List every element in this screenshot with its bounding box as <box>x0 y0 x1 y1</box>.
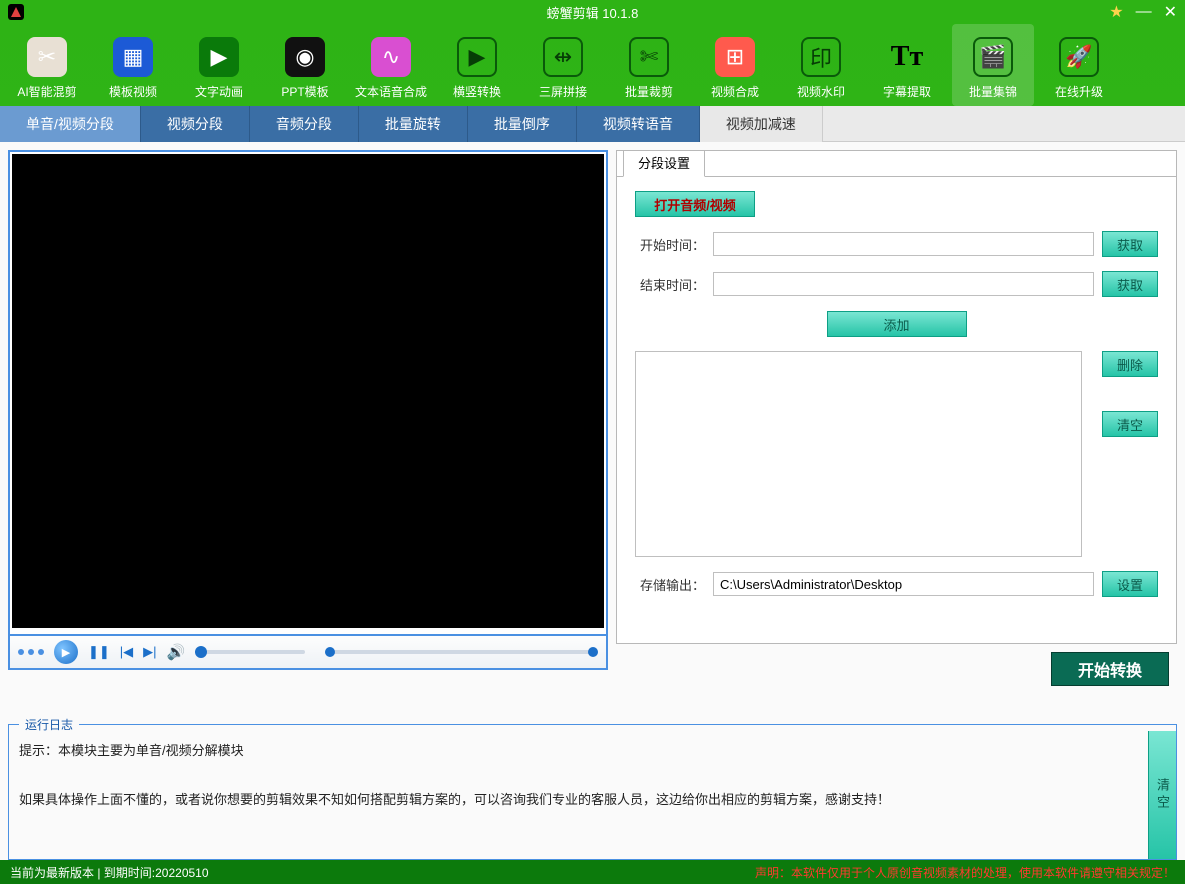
close-button[interactable]: ✕ <box>1164 2 1177 22</box>
tool-label: 批量集锦 <box>969 83 1017 100</box>
ai-mix-icon: ✂ <box>27 37 67 77</box>
end-time-input[interactable] <box>713 272 1094 296</box>
tool-label: 横竖转换 <box>453 83 501 100</box>
tool-ppt-template[interactable]: ◉ PPT模板 <box>264 24 346 106</box>
tool-batch-crop[interactable]: ✄ 批量裁剪 <box>608 24 690 106</box>
next-button[interactable]: ▶| <box>143 644 156 660</box>
play-button[interactable]: ▶ <box>54 640 78 664</box>
get-start-button[interactable]: 获取 <box>1102 231 1158 257</box>
tool-label: AI智能混剪 <box>17 83 76 100</box>
end-time-label: 结束时间： <box>635 275 705 294</box>
tool-ai-mix[interactable]: ✂ AI智能混剪 <box>6 24 88 106</box>
statusbar: 当前为最新版本 | 到期时间:20220510 声明：本软件仅用于个人原创音视频… <box>0 860 1185 884</box>
segment-list[interactable] <box>635 351 1082 557</box>
video-player <box>8 150 608 636</box>
app-logo-icon <box>8 4 24 20</box>
favorite-icon[interactable]: ★ <box>1109 2 1123 22</box>
tool-triple[interactable]: ⇹ 三屏拼接 <box>522 24 604 106</box>
player-controls: ▶ ❚❚ |◀ ▶| 🔊 <box>8 636 608 670</box>
player-dots-icon <box>18 649 44 655</box>
log-line: 如果具体操作上面不懂的，或者说你想要的剪辑效果不知如何搭配剪辑方案的，可以咨询我… <box>19 788 1138 813</box>
app-window: 螃蟹剪辑 10.1.8 ★ — ✕ ✂ AI智能混剪 ▦ 模板视频 ▶ 文字动画 ◉ PPT模… <box>0 0 1185 884</box>
settings-column: 分段设置 打开音频/视频 开始时间： 获取 结束时间： 获取 <box>616 150 1177 716</box>
delete-button[interactable]: 删除 <box>1102 351 1158 377</box>
settings-button[interactable]: 设置 <box>1102 571 1158 597</box>
log-clear-button[interactable]: 清空 <box>1148 731 1176 859</box>
tool-tts[interactable]: ∿ 文本语音合成 <box>350 24 432 106</box>
player-column: ▶ ❚❚ |◀ ▶| 🔊 <box>8 150 608 716</box>
tool-template-video[interactable]: ▦ 模板视频 <box>92 24 174 106</box>
tool-orient[interactable]: ▶ 横竖转换 <box>436 24 518 106</box>
start-time-label: 开始时间： <box>635 235 705 254</box>
log-line: 提示：本模块主要为单音/视频分解模块 <box>19 739 1138 764</box>
volume-slider[interactable] <box>195 650 305 654</box>
subtab-audio-seg[interactable]: 音频分段 <box>250 106 359 142</box>
upgrade-icon: 🚀 <box>1059 37 1099 77</box>
video-screen[interactable] <box>12 154 604 628</box>
start-time-input[interactable] <box>713 232 1094 256</box>
tool-subtitle[interactable]: Tᴛ 字幕提取 <box>866 24 948 106</box>
tool-label: PPT模板 <box>281 83 328 100</box>
titlebar: 螃蟹剪辑 10.1.8 ★ — ✕ <box>0 0 1185 24</box>
progress-slider[interactable] <box>325 650 598 654</box>
output-path-input[interactable] <box>713 572 1094 596</box>
tts-icon: ∿ <box>371 37 411 77</box>
log-frame: 运行日志 提示：本模块主要为单音/视频分解模块 如果具体操作上面不懂的，或者说你… <box>8 724 1177 860</box>
segment-panel: 分段设置 打开音频/视频 开始时间： 获取 结束时间： 获取 <box>616 150 1177 644</box>
log-output[interactable]: 提示：本模块主要为单音/视频分解模块 如果具体操作上面不懂的，或者说你想要的剪辑… <box>9 731 1148 859</box>
batch-crop-icon: ✄ <box>629 37 669 77</box>
tool-text-anim[interactable]: ▶ 文字动画 <box>178 24 260 106</box>
subtab-video-seg[interactable]: 视频分段 <box>141 106 250 142</box>
main-area: ▶ ❚❚ |◀ ▶| 🔊 分段设置 打开音频/视频 <box>0 142 1185 716</box>
subtab-video-to-voice[interactable]: 视频转语音 <box>577 106 700 142</box>
tool-label: 模板视频 <box>109 83 157 100</box>
tool-label: 文字动画 <box>195 83 243 100</box>
subtab-batch-rotate[interactable]: 批量旋转 <box>359 106 468 142</box>
open-media-button[interactable]: 打开音频/视频 <box>635 191 755 217</box>
video-merge-icon: ⊞ <box>715 37 755 77</box>
template-video-icon: ▦ <box>113 37 153 77</box>
main-toolbar: ✂ AI智能混剪 ▦ 模板视频 ▶ 文字动画 ◉ PPT模板 ∿ 文本语音合成 ▶ 横竖转换 ⇹ 三屏拼接… <box>0 24 1185 106</box>
tool-label: 在线升级 <box>1055 83 1103 100</box>
app-title: 螃蟹剪辑 10.1.8 <box>547 3 639 22</box>
prev-button[interactable]: |◀ <box>120 644 133 660</box>
subtab-single-seg[interactable]: 单音/视频分段 <box>0 106 141 142</box>
tool-label: 三屏拼接 <box>539 83 587 100</box>
status-disclaimer: 声明：本软件仅用于个人原创音视频素材的处理，使用本软件请遵守相关规定！ <box>755 864 1175 881</box>
get-end-button[interactable]: 获取 <box>1102 271 1158 297</box>
minimize-button[interactable]: — <box>1136 3 1152 21</box>
log-legend: 运行日志 <box>19 716 79 733</box>
text-anim-icon: ▶ <box>199 37 239 77</box>
panel-tab-segment[interactable]: 分段设置 <box>623 150 705 177</box>
tool-label: 批量裁剪 <box>625 83 673 100</box>
tool-label: 视频合成 <box>711 83 759 100</box>
panel-tabbar: 分段设置 <box>617 151 1176 177</box>
tool-upgrade[interactable]: 🚀 在线升级 <box>1038 24 1120 106</box>
tool-video-merge[interactable]: ⊞ 视频合成 <box>694 24 776 106</box>
tool-label: 文本语音合成 <box>355 83 427 100</box>
log-section: 运行日志 提示：本模块主要为单音/视频分解模块 如果具体操作上面不懂的，或者说你… <box>8 724 1177 860</box>
subtab-video-speed[interactable]: 视频加减速 <box>700 106 823 142</box>
start-convert-button[interactable]: 开始转换 <box>1051 652 1169 686</box>
tool-watermark[interactable]: 印视频水印 <box>780 24 862 106</box>
subtabs: 单音/视频分段视频分段音频分段批量旋转批量倒序视频转语音视频加减速 <box>0 106 1185 142</box>
status-version: 当前为最新版本 | 到期时间:20220510 <box>10 864 209 881</box>
pause-button[interactable]: ❚❚ <box>88 644 110 660</box>
orient-icon: ▶ <box>457 37 497 77</box>
triple-icon: ⇹ <box>543 37 583 77</box>
tool-batch-highlight[interactable]: 🎬 批量集锦 <box>952 24 1034 106</box>
volume-icon[interactable]: 🔊 <box>167 643 186 661</box>
tool-label: 字幕提取 <box>883 83 931 100</box>
watermark-icon: 印 <box>801 37 841 77</box>
output-label: 存储输出： <box>635 575 705 594</box>
batch-highlight-icon: 🎬 <box>973 37 1013 77</box>
add-segment-button[interactable]: 添加 <box>827 311 967 337</box>
workarea: 单音/视频分段视频分段音频分段批量旋转批量倒序视频转语音视频加减速 ▶ ❚❚ |… <box>0 106 1185 884</box>
clear-button[interactable]: 清空 <box>1102 411 1158 437</box>
subtitle-icon: Tᴛ <box>887 37 927 77</box>
tool-label: 视频水印 <box>797 83 845 100</box>
subtab-batch-reverse[interactable]: 批量倒序 <box>468 106 577 142</box>
ppt-template-icon: ◉ <box>285 37 325 77</box>
